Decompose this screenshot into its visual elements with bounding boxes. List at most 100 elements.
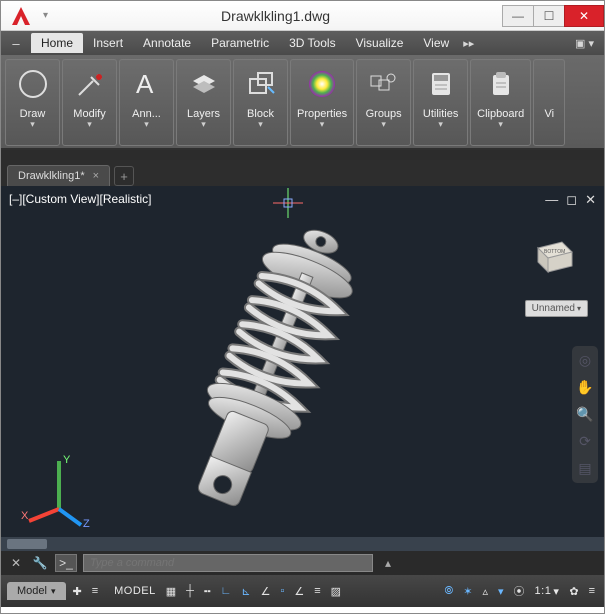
cmdline-close-icon[interactable]: ✕: [7, 554, 25, 572]
full-nav-wheel-icon[interactable]: ◎: [579, 352, 591, 369]
maximize-button[interactable]: ☐: [533, 5, 565, 27]
ribbon-minimize-icon[interactable]: ▣ ▾: [571, 37, 598, 50]
panel-modify[interactable]: Modify ▾: [62, 59, 117, 146]
customize-icon[interactable]: ≡: [586, 585, 598, 597]
layers-icon: [184, 64, 224, 104]
panel-clipboard[interactable]: Clipboard ▾: [470, 59, 531, 146]
cmdline-config-icon[interactable]: 🔧: [31, 554, 49, 572]
cmdline-history-icon[interactable]: ▴: [379, 554, 397, 572]
pan-icon[interactable]: ✋: [576, 379, 593, 396]
cmdline-prompt-icon: >_: [55, 554, 77, 572]
panel-layers[interactable]: Layers ▾: [176, 59, 231, 146]
workspace-icon[interactable]: ✿: [566, 585, 581, 598]
command-input[interactable]: [83, 554, 373, 572]
tab-3dtools[interactable]: 3D Tools: [279, 33, 345, 53]
vp-maximize-icon[interactable]: ◻: [566, 192, 577, 208]
panel-block[interactable]: Block ▾: [233, 59, 288, 146]
status-bar: Model ▾ ✚ ≡ MODEL ▦ ┼ ╍ ∟ ⊾ ∠ ▫ ∠ ≡ ▨ ⦾ …: [1, 575, 604, 607]
model-tab-label: Model: [17, 585, 47, 597]
drop-icon: ▾: [320, 120, 325, 128]
filter-icon[interactable]: ▾: [495, 585, 507, 598]
iso-icon[interactable]: ∠: [258, 585, 274, 598]
infer-icon[interactable]: ╍: [201, 585, 214, 598]
transparency-icon[interactable]: ▨: [328, 585, 344, 598]
chevron-down-icon: ▾: [577, 304, 581, 313]
panel-properties[interactable]: Properties ▾: [290, 59, 354, 146]
3dosnap-icon[interactable]: ✶: [460, 585, 475, 598]
properties-icon: [302, 64, 342, 104]
scrollbar-thumb[interactable]: [7, 539, 47, 549]
tab-view[interactable]: View: [413, 33, 459, 53]
viewcube[interactable]: BOTTOM: [528, 236, 576, 276]
modify-icon: [70, 64, 110, 104]
ortho-icon[interactable]: ∟: [218, 585, 235, 597]
viewcube-face-label: BOTTOM: [544, 249, 565, 255]
zoom-icon[interactable]: 🔍: [576, 406, 593, 423]
new-tab-button[interactable]: +: [114, 166, 134, 186]
tab-visualize[interactable]: Visualize: [346, 33, 414, 53]
layout-nav-icon[interactable]: ≡: [89, 585, 101, 597]
view-unnamed-button[interactable]: Unnamed ▾: [525, 300, 588, 317]
tab-annotate[interactable]: Annotate: [133, 33, 201, 53]
utilities-icon: [421, 64, 461, 104]
otrack-icon[interactable]: ∠: [291, 585, 307, 598]
space-toggle[interactable]: MODEL: [111, 585, 159, 597]
dynamic-ucs-icon[interactable]: ▵: [479, 585, 491, 598]
close-tab-icon[interactable]: ×: [93, 170, 99, 182]
close-button[interactable]: ✕: [564, 5, 604, 27]
minimize-button[interactable]: ―: [502, 5, 534, 27]
vp-close-icon[interactable]: ✕: [585, 192, 596, 208]
ribbon: Draw ▾ Modify ▾ A Ann... ▾ Layers ▾ Bloc…: [1, 55, 604, 150]
text-icon: A: [127, 64, 167, 104]
panel-groups[interactable]: Groups ▾: [356, 59, 411, 146]
viewport[interactable]: [–][Custom View][Realistic] ― ◻ ✕ BOTTOM…: [1, 186, 604, 551]
viewport-label[interactable]: [–][Custom View][Realistic]: [9, 192, 152, 206]
document-tabs: Drawklkling1* × +: [1, 160, 604, 186]
drop-icon: ▾: [438, 120, 443, 128]
drop-icon: ▾: [144, 120, 149, 128]
tab-insert[interactable]: Insert: [83, 33, 133, 53]
navigation-bar: ◎ ✋ 🔍 ⟳ ▤: [572, 346, 598, 483]
unnamed-label: Unnamed: [532, 303, 575, 314]
snap-icon[interactable]: ┼: [183, 585, 197, 597]
panel-annotation[interactable]: A Ann... ▾: [119, 59, 174, 146]
drop-icon: ▾: [201, 120, 206, 128]
document-tab-label: Drawklkling1*: [18, 170, 85, 182]
showmotion-icon[interactable]: ▤: [578, 460, 591, 477]
chevron-down-icon: ▾: [51, 586, 56, 597]
view-icon: [540, 64, 558, 104]
command-line: ✕ 🔧 >_ ▴: [1, 551, 604, 575]
app-menu-dash[interactable]: –: [7, 34, 25, 52]
orbit-icon[interactable]: ⟳: [579, 433, 591, 450]
app-logo[interactable]: [1, 1, 41, 31]
grid-icon[interactable]: ▦: [163, 585, 179, 598]
clipboard-icon: [481, 64, 521, 104]
gizmo-icon[interactable]: ⦿: [511, 583, 528, 599]
ribbon-overflow-icon[interactable]: ▸▸: [459, 37, 478, 50]
model-tab[interactable]: Model ▾: [7, 582, 66, 600]
tab-home[interactable]: Home: [31, 33, 83, 53]
ucs-icon: Y X Z: [19, 449, 99, 529]
drop-icon: ▾: [498, 120, 503, 128]
viewport-window-controls: ― ◻ ✕: [545, 192, 596, 208]
svg-text:A: A: [136, 69, 154, 99]
drop-icon: ▾: [258, 120, 263, 128]
document-tab-active[interactable]: Drawklkling1* ×: [7, 165, 110, 186]
lineweight-icon[interactable]: ≡: [311, 585, 323, 597]
panel-utilities[interactable]: Utilities ▾: [413, 59, 468, 146]
selection-cycling-icon[interactable]: ⦾: [441, 585, 456, 598]
annotation-scale[interactable]: 1:1 ▾: [532, 585, 563, 598]
panel-view-truncated[interactable]: Vi: [533, 59, 565, 146]
drop-icon: ▾: [381, 120, 386, 128]
horizontal-scrollbar[interactable]: [1, 537, 604, 551]
polar-icon[interactable]: ⊾: [238, 585, 253, 598]
tab-parametric[interactable]: Parametric: [201, 33, 279, 53]
vp-minimize-icon[interactable]: ―: [545, 192, 558, 208]
groups-icon: [364, 64, 404, 104]
panel-draw[interactable]: Draw ▾: [5, 59, 60, 146]
osnap-icon[interactable]: ▫: [277, 585, 287, 597]
layout-add-icon[interactable]: ✚: [70, 585, 85, 598]
window-title: Drawklkling1.dwg: [48, 8, 503, 24]
circle-icon: [13, 64, 53, 104]
svg-text:X: X: [21, 510, 29, 522]
